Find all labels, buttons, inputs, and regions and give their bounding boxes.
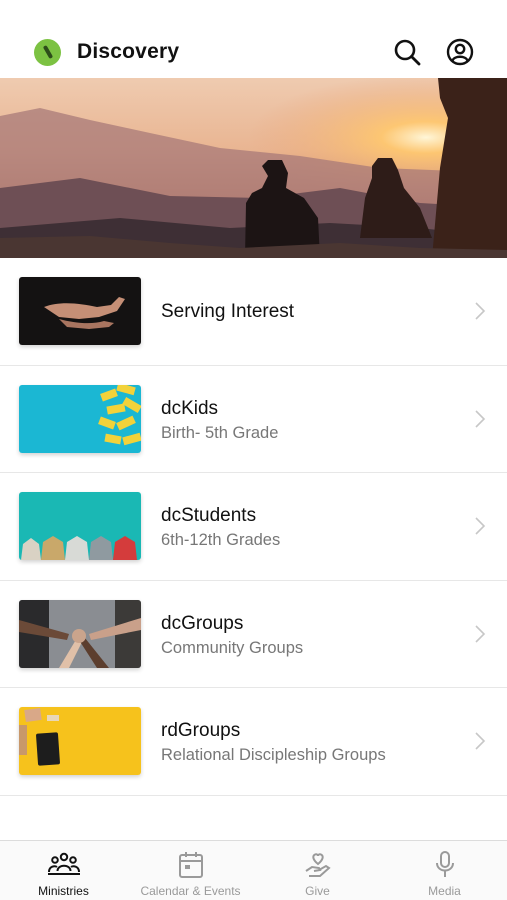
- app-logo-icon: [34, 39, 61, 66]
- tab-label: Media: [428, 884, 461, 898]
- calendar-icon: [178, 852, 203, 878]
- list-item-dcstudents[interactable]: dcStudents 6th-12th Grades: [0, 473, 507, 581]
- give-hand-icon: [304, 853, 331, 877]
- item-subtitle: 6th-12th Grades: [161, 531, 281, 549]
- tab-give[interactable]: Give: [254, 841, 381, 900]
- tab-label: Calendar & Events: [140, 884, 241, 898]
- item-subtitle: Community Groups: [161, 638, 304, 657]
- chevron-right-icon: [475, 302, 486, 320]
- tab-calendar-events[interactable]: Calendar & Events: [127, 841, 254, 900]
- lego-photo: [19, 384, 141, 453]
- item-title: dcKids: [161, 397, 219, 419]
- item-title: Serving Interest: [161, 301, 295, 322]
- people-icon: [47, 852, 80, 875]
- item-title: rdGroups: [161, 720, 241, 741]
- chevron-right-icon: [475, 409, 486, 428]
- chevron-right-icon: [475, 624, 486, 643]
- profile-button[interactable]: [444, 36, 476, 68]
- hands-photo: [19, 277, 141, 345]
- item-title: dcStudents: [161, 505, 257, 526]
- app-header: Discovery: [0, 0, 507, 80]
- ministry-list: Serving Interest dcKids Birth- 5th Grade: [0, 258, 507, 796]
- profile-icon: [446, 38, 474, 66]
- group-hands-photo: [19, 599, 141, 668]
- bottom-tab-bar: Ministries Calendar & Events Give Media: [0, 840, 507, 900]
- tab-media[interactable]: Media: [381, 841, 507, 900]
- list-item-rdgroups[interactable]: rdGroups Relational Discipleship Groups: [0, 688, 507, 796]
- chevron-right-icon: [475, 732, 486, 750]
- hero-image: [0, 78, 507, 258]
- tab-ministries[interactable]: Ministries: [0, 841, 127, 900]
- list-item-serving-interest[interactable]: Serving Interest: [0, 258, 507, 366]
- tab-label: Give: [305, 884, 330, 898]
- list-item-dcgroups[interactable]: dcGroups Community Groups: [0, 581, 507, 688]
- sneakers-photo: [19, 492, 141, 560]
- notebook-photo: [19, 707, 141, 775]
- microphone-icon: [435, 851, 454, 877]
- tab-label: Ministries: [38, 884, 89, 898]
- search-icon: [394, 39, 421, 66]
- list-item-dckids[interactable]: dcKids Birth- 5th Grade: [0, 366, 507, 473]
- item-subtitle: Relational Discipleship Groups: [161, 746, 386, 764]
- search-button[interactable]: [391, 36, 423, 68]
- item-subtitle: Birth- 5th Grade: [161, 423, 279, 442]
- page-title: Discovery: [77, 40, 180, 63]
- chevron-right-icon: [475, 517, 486, 535]
- item-title: dcGroups: [161, 612, 244, 634]
